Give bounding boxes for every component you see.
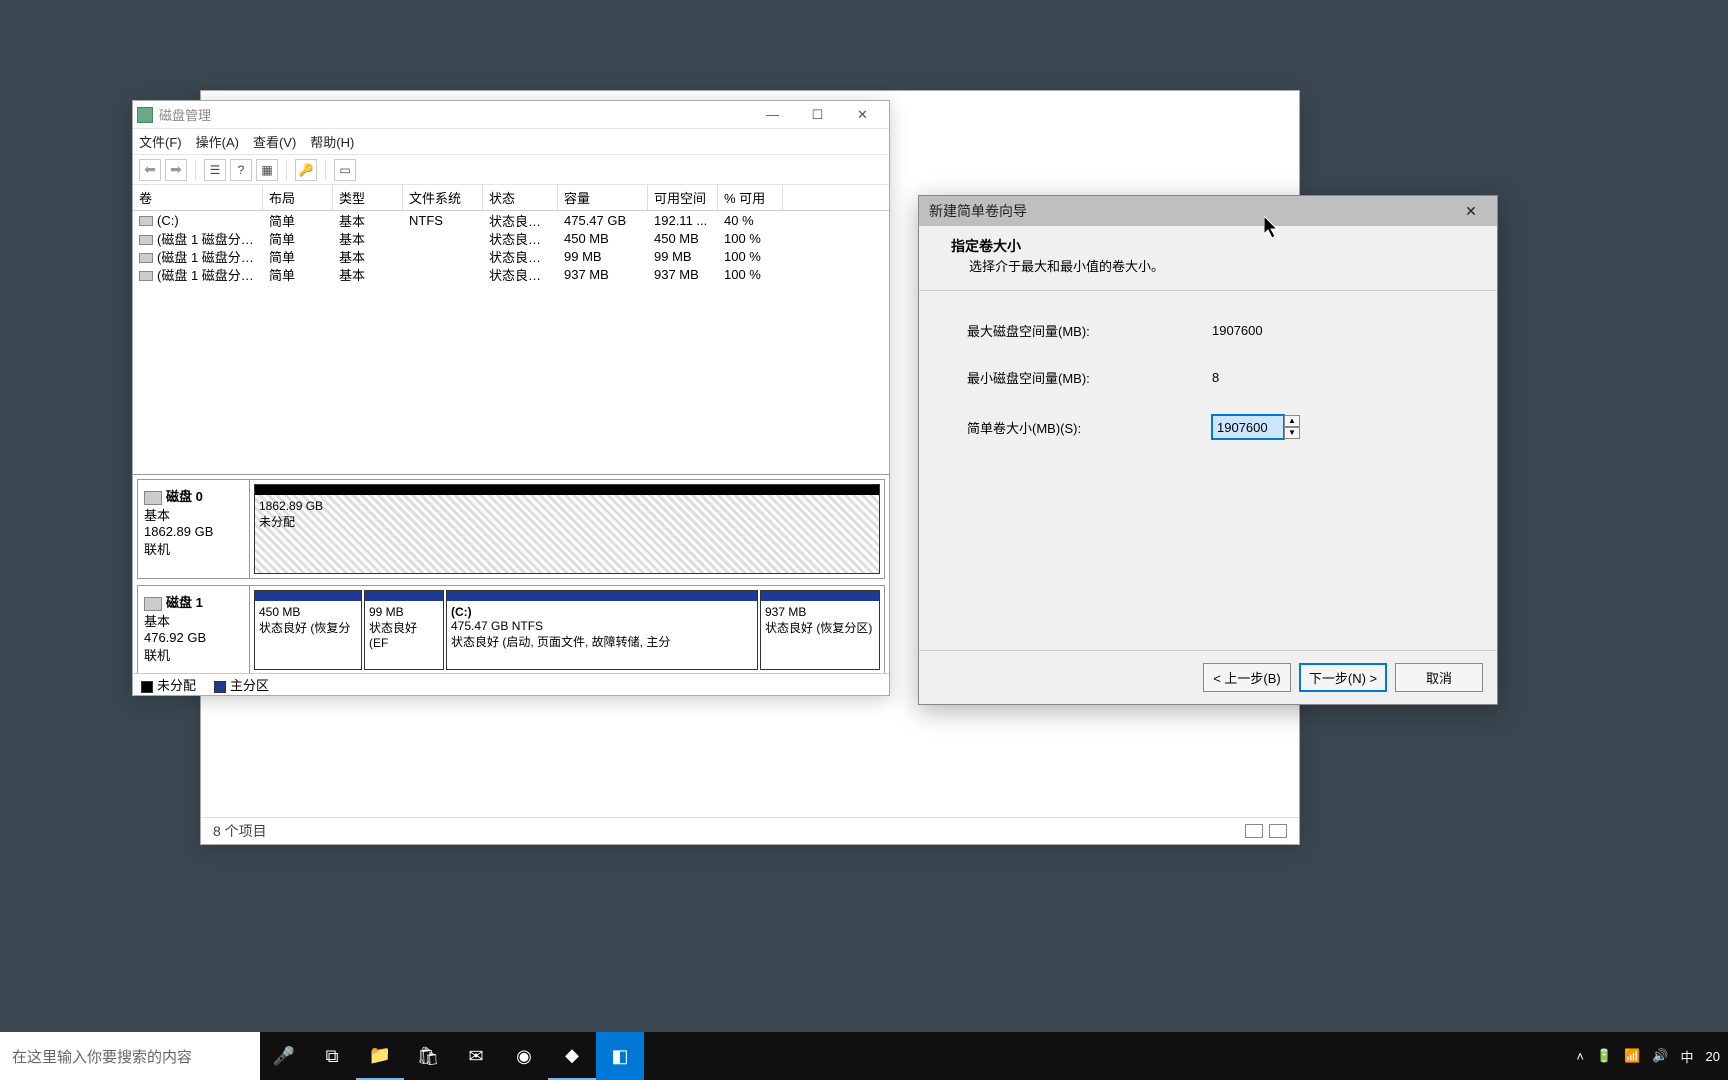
titlebar[interactable]: 磁盘管理 — ☐ ✕ — [133, 101, 889, 129]
volume-row[interactable]: (磁盘 1 磁盘分区 1)简单基本状态良好 (...450 MB450 MB10… — [133, 229, 889, 247]
maximize-button[interactable]: ☐ — [795, 102, 840, 128]
spin-down-button[interactable]: ▼ — [1284, 427, 1300, 439]
disk-1-partition-1[interactable]: 450 MB 状态良好 (恢复分 — [254, 590, 362, 670]
search-placeholder: 在这里输入你要搜索的内容 — [12, 1046, 192, 1067]
col-filesystem[interactable]: 文件系统 — [403, 185, 483, 210]
wizard-header: 指定卷大小 选择介于最大和最小值的卷大小。 — [919, 226, 1497, 291]
disk-1-partition-c[interactable]: (C:) 475.47 GB NTFS 状态良好 (启动, 页面文件, 故障转储… — [446, 590, 758, 670]
store-icon[interactable]: 🛍 — [404, 1032, 452, 1080]
disk-icon — [144, 491, 162, 505]
toolbar-icon-5[interactable]: ▭ — [334, 159, 356, 181]
wizard-title: 新建简单卷向导 — [929, 201, 1027, 221]
back-icon[interactable]: ⬅ — [139, 159, 161, 181]
tray-chevron-icon[interactable]: ˄ — [1576, 1049, 1584, 1064]
close-button[interactable]: ✕ — [840, 102, 885, 128]
wizard-footer: < 上一步(B) 下一步(N) > 取消 — [919, 650, 1497, 704]
disk-1-info: 磁盘 1 基本 476.92 GB 联机 — [138, 586, 250, 673]
minimize-button[interactable]: — — [750, 102, 795, 128]
next-button[interactable]: 下一步(N) > — [1299, 663, 1387, 692]
volume-icon[interactable]: 🔊 — [1652, 1048, 1668, 1064]
disk-0-row[interactable]: 磁盘 0 基本 1862.89 GB 联机 1862.89 GB 未分配 — [137, 479, 885, 579]
toolbar-icon-4[interactable]: 🔑 — [295, 159, 317, 181]
menu-file[interactable]: 文件(F) — [139, 132, 182, 151]
volume-row[interactable]: (磁盘 1 磁盘分区 5)简单基本状态良好 (...937 MB937 MB10… — [133, 265, 889, 283]
volume-header[interactable]: 卷 布局 类型 文件系统 状态 容量 可用空间 % 可用 — [133, 185, 889, 211]
volume-size-label: 简单卷大小(MB)(S): — [967, 418, 1212, 437]
task-view-icon[interactable]: ⧉ — [308, 1032, 356, 1080]
legend: 未分配 主分区 — [133, 673, 889, 695]
explorer-status-text: 8 个项目 — [213, 821, 267, 841]
col-percentfree[interactable]: % 可用 — [718, 185, 783, 210]
volume-row[interactable]: (C:)简单基本NTFS状态良好 (...475.47 GB192.11 ...… — [133, 211, 889, 229]
wizard-close-icon[interactable]: ✕ — [1455, 203, 1487, 220]
wifi-icon[interactable]: 📶 — [1624, 1048, 1640, 1064]
spin-up-button[interactable]: ▲ — [1284, 415, 1300, 427]
legend-primary-swatch — [214, 681, 226, 693]
system-tray[interactable]: ˄ 🔋 📶 🔊 中 20 — [1568, 1047, 1728, 1066]
toolbar: ⬅ ➡ ☰ ? ▦ 🔑 ▭ — [133, 155, 889, 185]
col-type[interactable]: 类型 — [333, 185, 403, 210]
toolbar-icon-1[interactable]: ☰ — [204, 159, 226, 181]
disk-1-partition-2[interactable]: 99 MB 状态良好 (EF — [364, 590, 444, 670]
mail-icon[interactable]: ✉ — [452, 1032, 500, 1080]
disk-1-partition-5[interactable]: 937 MB 状态良好 (恢复分区) — [760, 590, 880, 670]
cancel-button[interactable]: 取消 — [1395, 663, 1483, 692]
wizard-body: 最大磁盘空间量(MB): 1907600 最小磁盘空间量(MB): 8 简单卷大… — [919, 291, 1497, 650]
menu-view[interactable]: 查看(V) — [253, 132, 296, 151]
col-layout[interactable]: 布局 — [263, 185, 333, 210]
wizard-titlebar[interactable]: 新建简单卷向导 ✕ — [919, 196, 1497, 226]
disk-1-row[interactable]: 磁盘 1 基本 476.92 GB 联机 450 MB 状态良好 (恢复分 99… — [137, 585, 885, 673]
menu-help[interactable]: 帮助(H) — [310, 132, 354, 151]
col-status[interactable]: 状态 — [483, 185, 558, 210]
taskbar-search[interactable]: 在这里输入你要搜索的内容 — [0, 1032, 260, 1080]
disk-graphical-pane: 磁盘 0 基本 1862.89 GB 联机 1862.89 GB 未分配 磁盘 … — [133, 475, 889, 673]
max-space-label: 最大磁盘空间量(MB): — [967, 321, 1212, 340]
disk-0-info: 磁盘 0 基本 1862.89 GB 联机 — [138, 480, 250, 578]
forward-icon[interactable]: ➡ — [165, 159, 187, 181]
col-freespace[interactable]: 可用空间 — [648, 185, 718, 210]
disk-management-window: 磁盘管理 — ☐ ✕ 文件(F) 操作(A) 查看(V) 帮助(H) ⬅ ➡ ☰… — [132, 100, 890, 696]
app-icon-2[interactable]: ◧ — [596, 1032, 644, 1080]
disk-0-unallocated[interactable]: 1862.89 GB 未分配 — [254, 484, 880, 574]
ime-indicator[interactable]: 中 — [1681, 1047, 1694, 1066]
window-title: 磁盘管理 — [159, 105, 211, 124]
battery-icon[interactable]: 🔋 — [1596, 1048, 1612, 1064]
menubar: 文件(F) 操作(A) 查看(V) 帮助(H) — [133, 129, 889, 155]
menu-action[interactable]: 操作(A) — [196, 132, 239, 151]
clock[interactable]: 20 — [1706, 1049, 1720, 1064]
disk-icon — [144, 597, 162, 611]
volume-row[interactable]: (磁盘 1 磁盘分区 2)简单基本状态良好 (...99 MB99 MB100 … — [133, 247, 889, 265]
back-button[interactable]: < 上一步(B) — [1203, 663, 1291, 692]
app-icon-1[interactable]: ◆ — [548, 1032, 596, 1080]
view-thumbs-icon[interactable] — [1269, 824, 1287, 838]
max-space-value: 1907600 — [1212, 323, 1263, 338]
wizard-subheading: 选择介于最大和最小值的卷大小。 — [969, 259, 1164, 274]
app-icon — [137, 107, 153, 123]
col-capacity[interactable]: 容量 — [558, 185, 648, 210]
toolbar-icon-2[interactable]: ? — [230, 159, 252, 181]
legend-unalloc-swatch — [141, 681, 153, 693]
toolbar-icon-3[interactable]: ▦ — [256, 159, 278, 181]
file-explorer-icon[interactable]: 📁 — [356, 1032, 404, 1080]
view-details-icon[interactable] — [1245, 824, 1263, 838]
wizard-heading: 指定卷大小 — [951, 236, 1465, 256]
min-space-label: 最小磁盘空间量(MB): — [967, 368, 1212, 387]
col-volume[interactable]: 卷 — [133, 185, 263, 210]
taskbar[interactable]: 在这里输入你要搜索的内容 🎤 ⧉ 📁 🛍 ✉ ◉ ◆ ◧ ˄ 🔋 📶 🔊 中 2… — [0, 1032, 1728, 1080]
volume-size-spinner[interactable]: ▲ ▼ — [1212, 415, 1300, 439]
min-space-value: 8 — [1212, 370, 1219, 385]
volume-size-input[interactable] — [1212, 415, 1284, 439]
volume-list[interactable]: 卷 布局 类型 文件系统 状态 容量 可用空间 % 可用 (C:)简单基本NTF… — [133, 185, 889, 475]
cortana-icon[interactable]: 🎤 — [260, 1032, 308, 1080]
chrome-icon[interactable]: ◉ — [500, 1032, 548, 1080]
new-simple-volume-wizard: 新建简单卷向导 ✕ 指定卷大小 选择介于最大和最小值的卷大小。 最大磁盘空间量(… — [918, 195, 1498, 705]
